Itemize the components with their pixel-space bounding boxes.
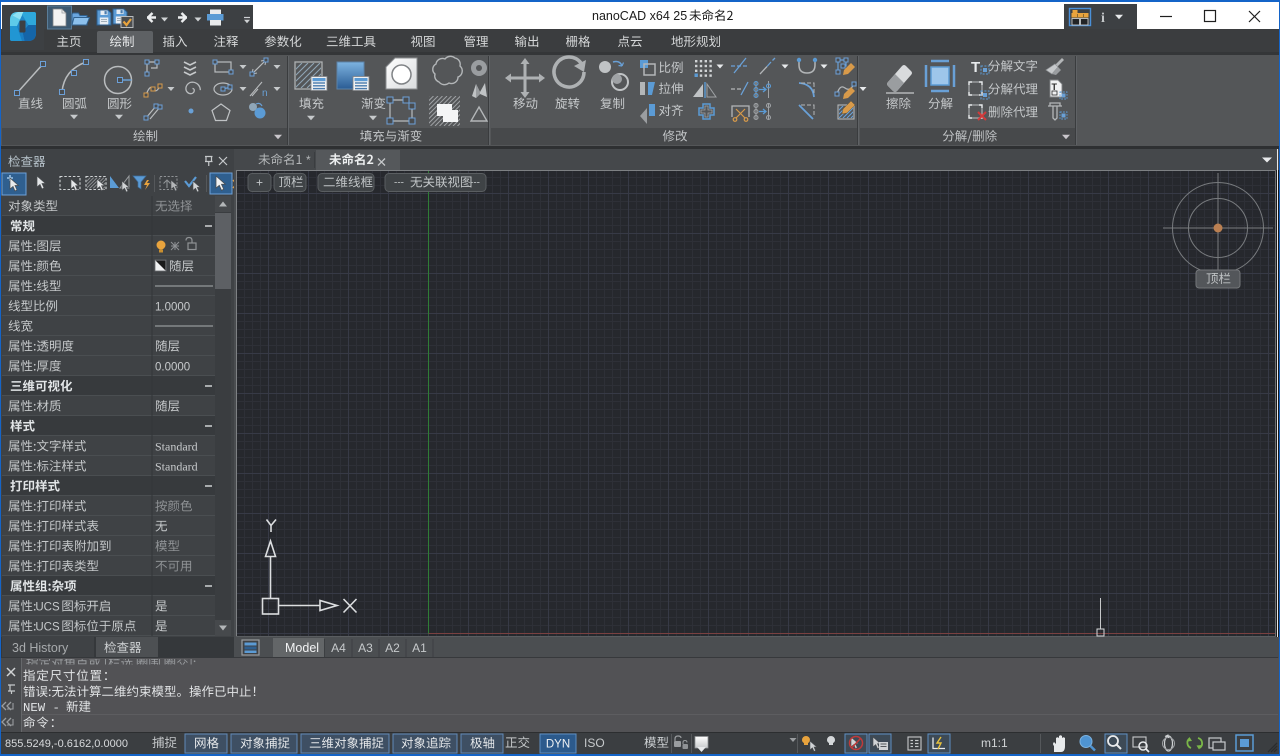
svg-text:T: T (1052, 82, 1058, 92)
svg-text:0.0000: 0.0000 (155, 362, 190, 374)
svg-text:1.0000: 1.0000 (155, 302, 190, 314)
svg-text:---: --- (394, 178, 404, 189)
svg-text:UCS: UCS (35, 602, 60, 614)
svg-text:3d History: 3d History (12, 641, 69, 655)
svg-text:---: --- (470, 178, 480, 189)
svg-text:nanoCAD x64 25: nanoCAD x64 25 (592, 9, 687, 23)
svg-text:DYN: DYN (546, 739, 570, 751)
svg-text:855.5249,-0.6162,0.0000: 855.5249,-0.6162,0.0000 (5, 738, 128, 750)
svg-text:Standard: Standard (155, 460, 198, 474)
svg-text:i: i (1101, 11, 1105, 26)
svg-text:A4: A4 (331, 641, 346, 655)
svg-text:T: T (971, 59, 980, 76)
svg-text:A2: A2 (385, 641, 400, 655)
svg-text:Model: Model (285, 641, 319, 655)
svg-text:m1:1: m1:1 (981, 736, 1008, 750)
svg-text:A1: A1 (412, 641, 427, 655)
svg-text:n: n (262, 88, 268, 99)
svg-text:A3: A3 (358, 641, 373, 655)
svg-text:UCS: UCS (35, 622, 60, 634)
svg-text:+: + (256, 176, 263, 190)
svg-text:NEW -: NEW - (23, 701, 60, 715)
svg-text:Standard: Standard (155, 440, 198, 454)
svg-text:*: * (306, 153, 311, 167)
svg-text:ISO: ISO (584, 736, 605, 750)
